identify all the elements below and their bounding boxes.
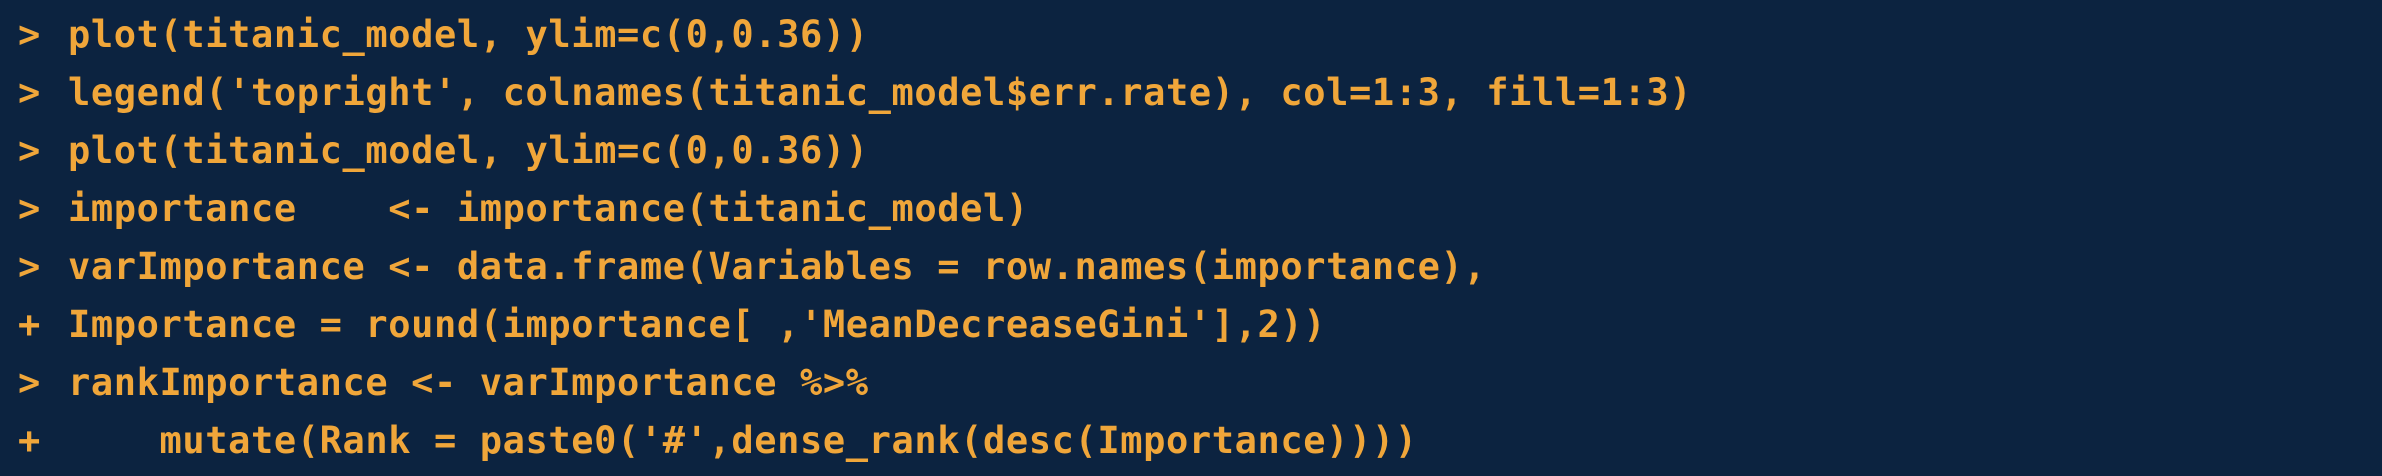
console-line: + Importance = round(importance[ ,'MeanD… bbox=[0, 296, 2382, 354]
continuation-symbol: + bbox=[18, 419, 41, 462]
continuation-symbol: + bbox=[18, 303, 41, 346]
r-console[interactable]: > plot(titanic_model, ylim=c(0,0.36)) > … bbox=[0, 0, 2382, 476]
console-code: mutate(Rank = paste0('#',dense_rank(desc… bbox=[68, 419, 1418, 462]
console-code: plot(titanic_model, ylim=c(0,0.36)) bbox=[68, 13, 869, 56]
console-line: + mutate(Rank = paste0('#',dense_rank(de… bbox=[0, 412, 2382, 470]
console-code: varImportance <- data.frame(Variables = … bbox=[68, 245, 1487, 288]
console-code: Importance = round(importance[ ,'MeanDec… bbox=[68, 303, 1327, 346]
prompt-symbol: > bbox=[18, 187, 41, 230]
console-line: > rankImportance <- varImportance %>% bbox=[0, 354, 2382, 412]
console-code: importance <- importance(titanic_model) bbox=[68, 187, 1029, 230]
prompt-symbol: > bbox=[18, 13, 41, 56]
console-code: plot(titanic_model, ylim=c(0,0.36)) bbox=[68, 129, 869, 172]
console-line: > plot(titanic_model, ylim=c(0,0.36)) bbox=[0, 122, 2382, 180]
console-line: > varImportance <- data.frame(Variables … bbox=[0, 238, 2382, 296]
console-line: > importance <- importance(titanic_model… bbox=[0, 180, 2382, 238]
prompt-symbol: > bbox=[18, 245, 41, 288]
prompt-symbol: > bbox=[18, 129, 41, 172]
console-code: legend('topright', colnames(titanic_mode… bbox=[68, 71, 1693, 114]
console-line: > legend('topright', colnames(titanic_mo… bbox=[0, 64, 2382, 122]
prompt-symbol: > bbox=[18, 361, 41, 404]
console-line: > plot(titanic_model, ylim=c(0,0.36)) bbox=[0, 6, 2382, 64]
prompt-symbol: > bbox=[18, 71, 41, 114]
console-code: rankImportance <- varImportance %>% bbox=[68, 361, 869, 404]
